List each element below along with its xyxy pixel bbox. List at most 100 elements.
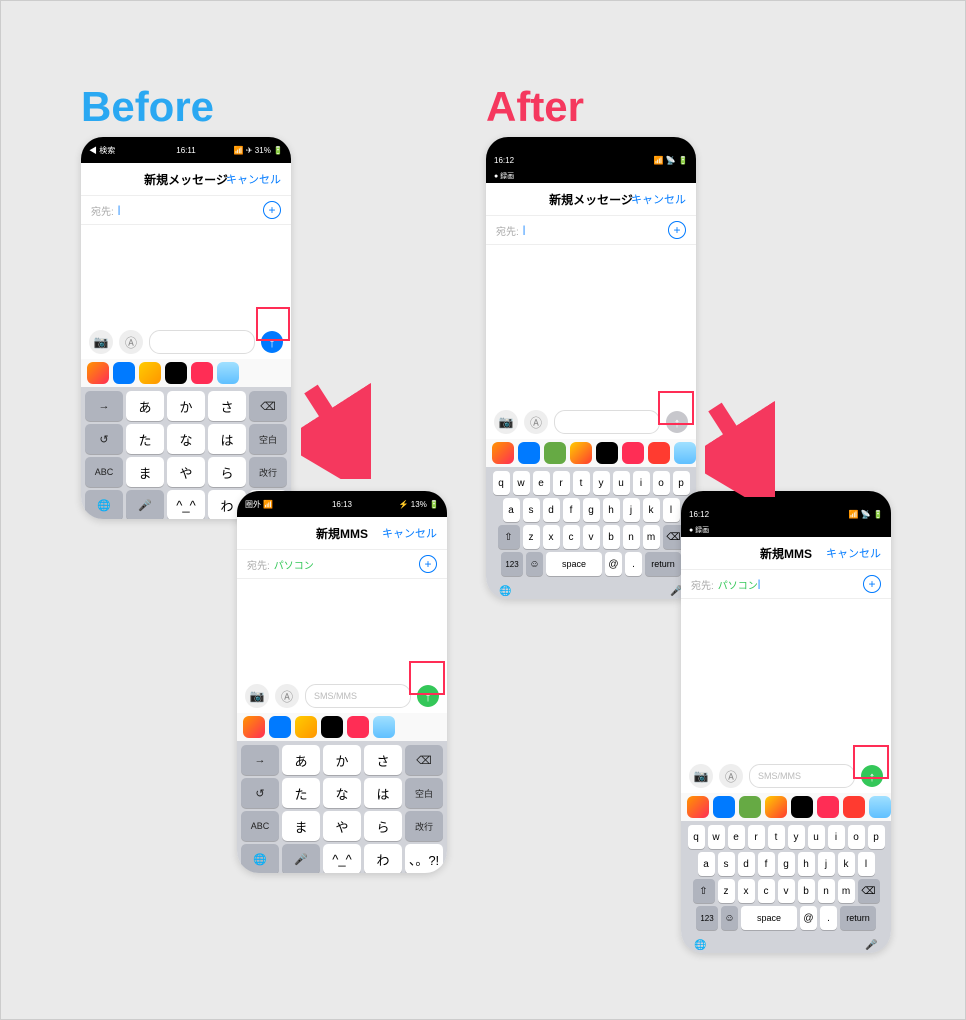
app-icon[interactable] — [713, 796, 735, 818]
app-icon[interactable] — [113, 362, 135, 384]
qwerty-keyboard[interactable]: qwertyuiopasdfghjkl⇧zxcvbnm⌫123☺space@.r… — [486, 467, 696, 599]
key[interactable]: f — [563, 498, 580, 522]
key[interactable]: v — [778, 879, 795, 903]
qwerty-keyboard[interactable]: qwertyuiopasdfghjkl⇧zxcvbnm⌫123☺space@.r… — [681, 821, 891, 953]
app-icon[interactable] — [492, 442, 514, 464]
key[interactable]: u — [613, 471, 630, 495]
key[interactable]: return — [645, 552, 681, 576]
key[interactable]: y — [788, 825, 805, 849]
key[interactable]: ⌫ — [405, 745, 443, 775]
key[interactable]: ⌫ — [858, 879, 880, 903]
key[interactable]: 🌐 — [692, 933, 709, 953]
app-icon[interactable] — [321, 716, 343, 738]
to-contact-chip[interactable]: パソコン — [274, 557, 314, 572]
app-icon[interactable] — [217, 362, 239, 384]
app-icon[interactable] — [622, 442, 644, 464]
key[interactable]: h — [603, 498, 620, 522]
key[interactable]: u — [808, 825, 825, 849]
key[interactable]: ABC — [85, 457, 123, 487]
key[interactable]: ☺ — [526, 552, 543, 576]
key[interactable]: g — [583, 498, 600, 522]
key[interactable]: や — [323, 811, 361, 841]
cancel-button[interactable]: キャンセル — [382, 525, 437, 541]
key[interactable]: @ — [605, 552, 622, 576]
key[interactable]: c — [758, 879, 775, 903]
key[interactable]: m — [838, 879, 855, 903]
key[interactable]: ⇧ — [498, 525, 520, 549]
key[interactable]: 🎤 — [126, 490, 164, 519]
to-field-row[interactable]: 宛先: | + — [81, 196, 291, 225]
add-contact-button[interactable]: + — [668, 221, 686, 239]
camera-icon[interactable]: 📷 — [245, 684, 269, 708]
key[interactable]: k — [838, 852, 855, 876]
key[interactable]: l — [663, 498, 680, 522]
cancel-button[interactable]: キャンセル — [226, 171, 281, 187]
key[interactable]: 🎤 — [863, 933, 880, 953]
key[interactable]: ^_^ — [167, 490, 205, 519]
key[interactable]: b — [603, 525, 620, 549]
key[interactable]: n — [623, 525, 640, 549]
cancel-button[interactable]: キャンセル — [631, 191, 686, 207]
app-icon[interactable] — [165, 362, 187, 384]
camera-icon[interactable]: 📷 — [689, 764, 713, 788]
key[interactable]: return — [840, 906, 876, 930]
app-icon[interactable] — [739, 796, 761, 818]
key[interactable]: 🌐 — [241, 844, 279, 873]
key[interactable]: m — [643, 525, 660, 549]
key[interactable]: 🎤 — [282, 844, 320, 873]
key[interactable]: q — [493, 471, 510, 495]
kana-keyboard[interactable]: →あかさ⌫↺たなは空白ABCまやら改行🌐🎤^_^わ、。?! — [237, 741, 447, 873]
key[interactable]: z — [523, 525, 540, 549]
app-icon[interactable] — [648, 442, 670, 464]
key[interactable]: n — [818, 879, 835, 903]
key[interactable]: . — [625, 552, 642, 576]
add-contact-button[interactable]: + — [419, 555, 437, 573]
key[interactable]: y — [593, 471, 610, 495]
key[interactable]: あ — [126, 391, 164, 421]
key[interactable]: ^_^ — [323, 844, 361, 873]
key[interactable]: ま — [126, 457, 164, 487]
send-button[interactable]: ↑ — [417, 685, 439, 707]
key[interactable]: ↺ — [241, 778, 279, 808]
key[interactable]: ら — [208, 457, 246, 487]
app-icon[interactable] — [570, 442, 592, 464]
key[interactable]: 🌐 — [497, 579, 514, 599]
key[interactable]: @ — [800, 906, 817, 930]
key[interactable]: g — [778, 852, 795, 876]
key[interactable]: ⌫ — [249, 391, 287, 421]
message-input[interactable] — [554, 410, 660, 434]
key[interactable]: p — [868, 825, 885, 849]
app-icon[interactable] — [791, 796, 813, 818]
app-icon[interactable] — [843, 796, 865, 818]
key[interactable]: v — [583, 525, 600, 549]
key[interactable]: k — [643, 498, 660, 522]
key[interactable]: x — [543, 525, 560, 549]
to-field-row[interactable]: 宛先: パソコン + — [237, 550, 447, 579]
key[interactable]: a — [503, 498, 520, 522]
key[interactable]: l — [858, 852, 875, 876]
to-field-row[interactable]: 宛先: パソコン | + — [681, 570, 891, 599]
app-icon[interactable] — [817, 796, 839, 818]
add-contact-button[interactable]: + — [263, 201, 281, 219]
key[interactable]: w — [708, 825, 725, 849]
key[interactable]: j — [623, 498, 640, 522]
key[interactable]: d — [738, 852, 755, 876]
app-icon[interactable] — [765, 796, 787, 818]
key[interactable]: i — [828, 825, 845, 849]
key[interactable]: space — [546, 552, 602, 576]
key[interactable]: f — [758, 852, 775, 876]
key[interactable]: 123 — [501, 552, 523, 576]
key[interactable]: は — [208, 424, 246, 454]
to-field-row[interactable]: 宛先: | + — [486, 216, 696, 245]
appstore-icon[interactable]: Ⓐ — [524, 410, 548, 434]
key[interactable]: わ — [364, 844, 402, 873]
app-icon[interactable] — [243, 716, 265, 738]
key[interactable]: ⇧ — [693, 879, 715, 903]
key[interactable]: h — [798, 852, 815, 876]
message-input[interactable]: SMS/MMS — [749, 764, 855, 788]
appstore-icon[interactable]: Ⓐ — [275, 684, 299, 708]
appstore-icon[interactable]: Ⓐ — [719, 764, 743, 788]
key[interactable]: ABC — [241, 811, 279, 841]
key[interactable]: 123 — [696, 906, 718, 930]
key[interactable]: 改行 — [405, 811, 443, 841]
